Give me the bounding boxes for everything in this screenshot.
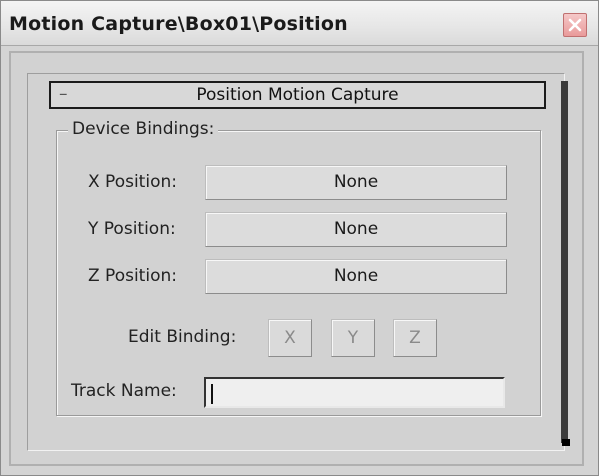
edit-binding-y-button[interactable]: Y xyxy=(331,319,375,357)
text-caret xyxy=(211,384,213,404)
rollout-scrollbar[interactable] xyxy=(561,81,568,443)
y-position-label: Y Position: xyxy=(88,219,176,239)
x-position-label: X Position: xyxy=(88,172,177,192)
close-button[interactable] xyxy=(563,13,587,37)
window-title: Motion Capture\Box01\Position xyxy=(9,13,348,35)
rollout-header-position-motion-capture[interactable]: – Position Motion Capture xyxy=(49,81,546,109)
device-bindings-label: Device Bindings: xyxy=(68,119,219,139)
edit-binding-z-button[interactable]: Z xyxy=(393,319,437,357)
edit-binding-label: Edit Binding: xyxy=(128,327,237,347)
scrollbar-end xyxy=(562,439,570,446)
track-name-label: Track Name: xyxy=(71,381,177,401)
y-position-binding-button[interactable]: None xyxy=(205,212,507,247)
title-bar[interactable]: Motion Capture\Box01\Position xyxy=(1,1,598,46)
x-position-binding-button[interactable]: None xyxy=(205,165,507,200)
motion-capture-window: Motion Capture\Box01\Position – Position… xyxy=(0,0,599,476)
z-position-label: Z Position: xyxy=(88,266,177,286)
rollout-title: Position Motion Capture xyxy=(196,85,399,105)
z-position-binding-button[interactable]: None xyxy=(205,259,507,294)
edit-binding-x-button[interactable]: X xyxy=(268,319,312,357)
close-icon xyxy=(568,18,582,32)
track-name-input[interactable] xyxy=(204,377,505,408)
